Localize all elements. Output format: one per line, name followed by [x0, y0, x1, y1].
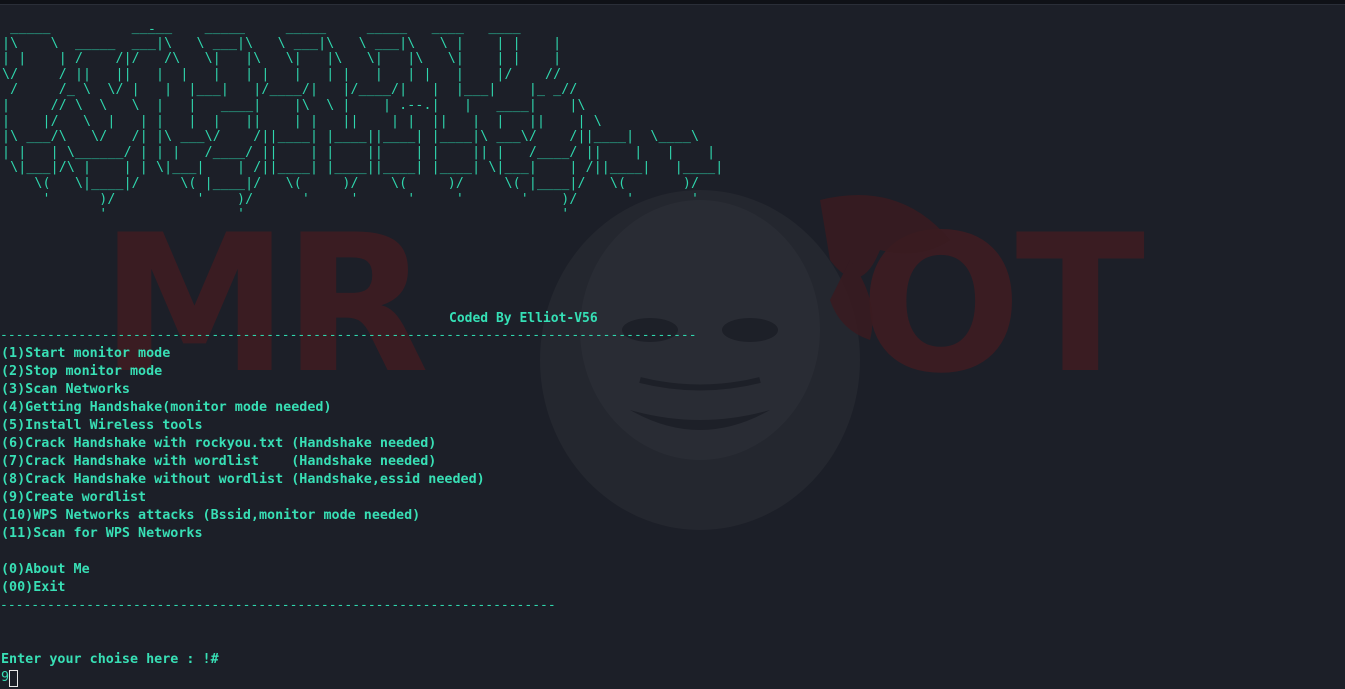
input-prompt: Enter your choise here : !#	[1, 652, 219, 667]
ascii-banner: _____ _____ _____ _____ _____ ____ ____ …	[2, 20, 724, 223]
divider-top: ----------------------------------------…	[0, 328, 698, 343]
menu-spacer	[1, 543, 485, 561]
coded-by-label: Coded By Elliot-V56	[449, 311, 598, 326]
divider-bottom: ----------------------------------------…	[0, 598, 556, 613]
menu-item-wps-attacks: (10)WPS Networks attacks (Bssid,monitor …	[1, 508, 421, 523]
menu-item-crack-no-wordlist: (8)Crack Handshake without wordlist (Han…	[1, 472, 485, 487]
menu-item-about-me: (0)About Me	[1, 562, 90, 577]
menu-item-stop-monitor: (2)Stop monitor mode	[1, 364, 163, 379]
main-menu: (1)Start monitor mode (2)Stop monitor mo…	[1, 345, 485, 597]
menu-item-scan-networks: (3)Scan Networks	[1, 382, 130, 397]
menu-item-install-tools: (5)Install Wireless tools	[1, 418, 203, 433]
menu-item-crack-wordlist: (7)Crack Handshake with wordlist (Handsh…	[1, 454, 437, 469]
menu-item-start-monitor: (1)Start monitor mode	[1, 346, 171, 361]
command-input-value[interactable]: 9	[1, 669, 9, 687]
command-input[interactable]: 9	[1, 669, 19, 687]
mask-silhouette	[540, 190, 860, 530]
menu-item-create-wordlist: (9)Create wordlist	[1, 490, 147, 505]
menu-item-get-handshake: (4)Getting Handshake(monitor mode needed…	[1, 400, 332, 415]
text-cursor	[9, 669, 19, 687]
menu-item-exit: (00)Exit	[1, 580, 66, 595]
menu-item-crack-rockyou: (6)Crack Handshake with rockyou.txt (Han…	[1, 436, 437, 451]
menu-item-scan-wps: (11)Scan for WPS Networks	[1, 526, 203, 541]
